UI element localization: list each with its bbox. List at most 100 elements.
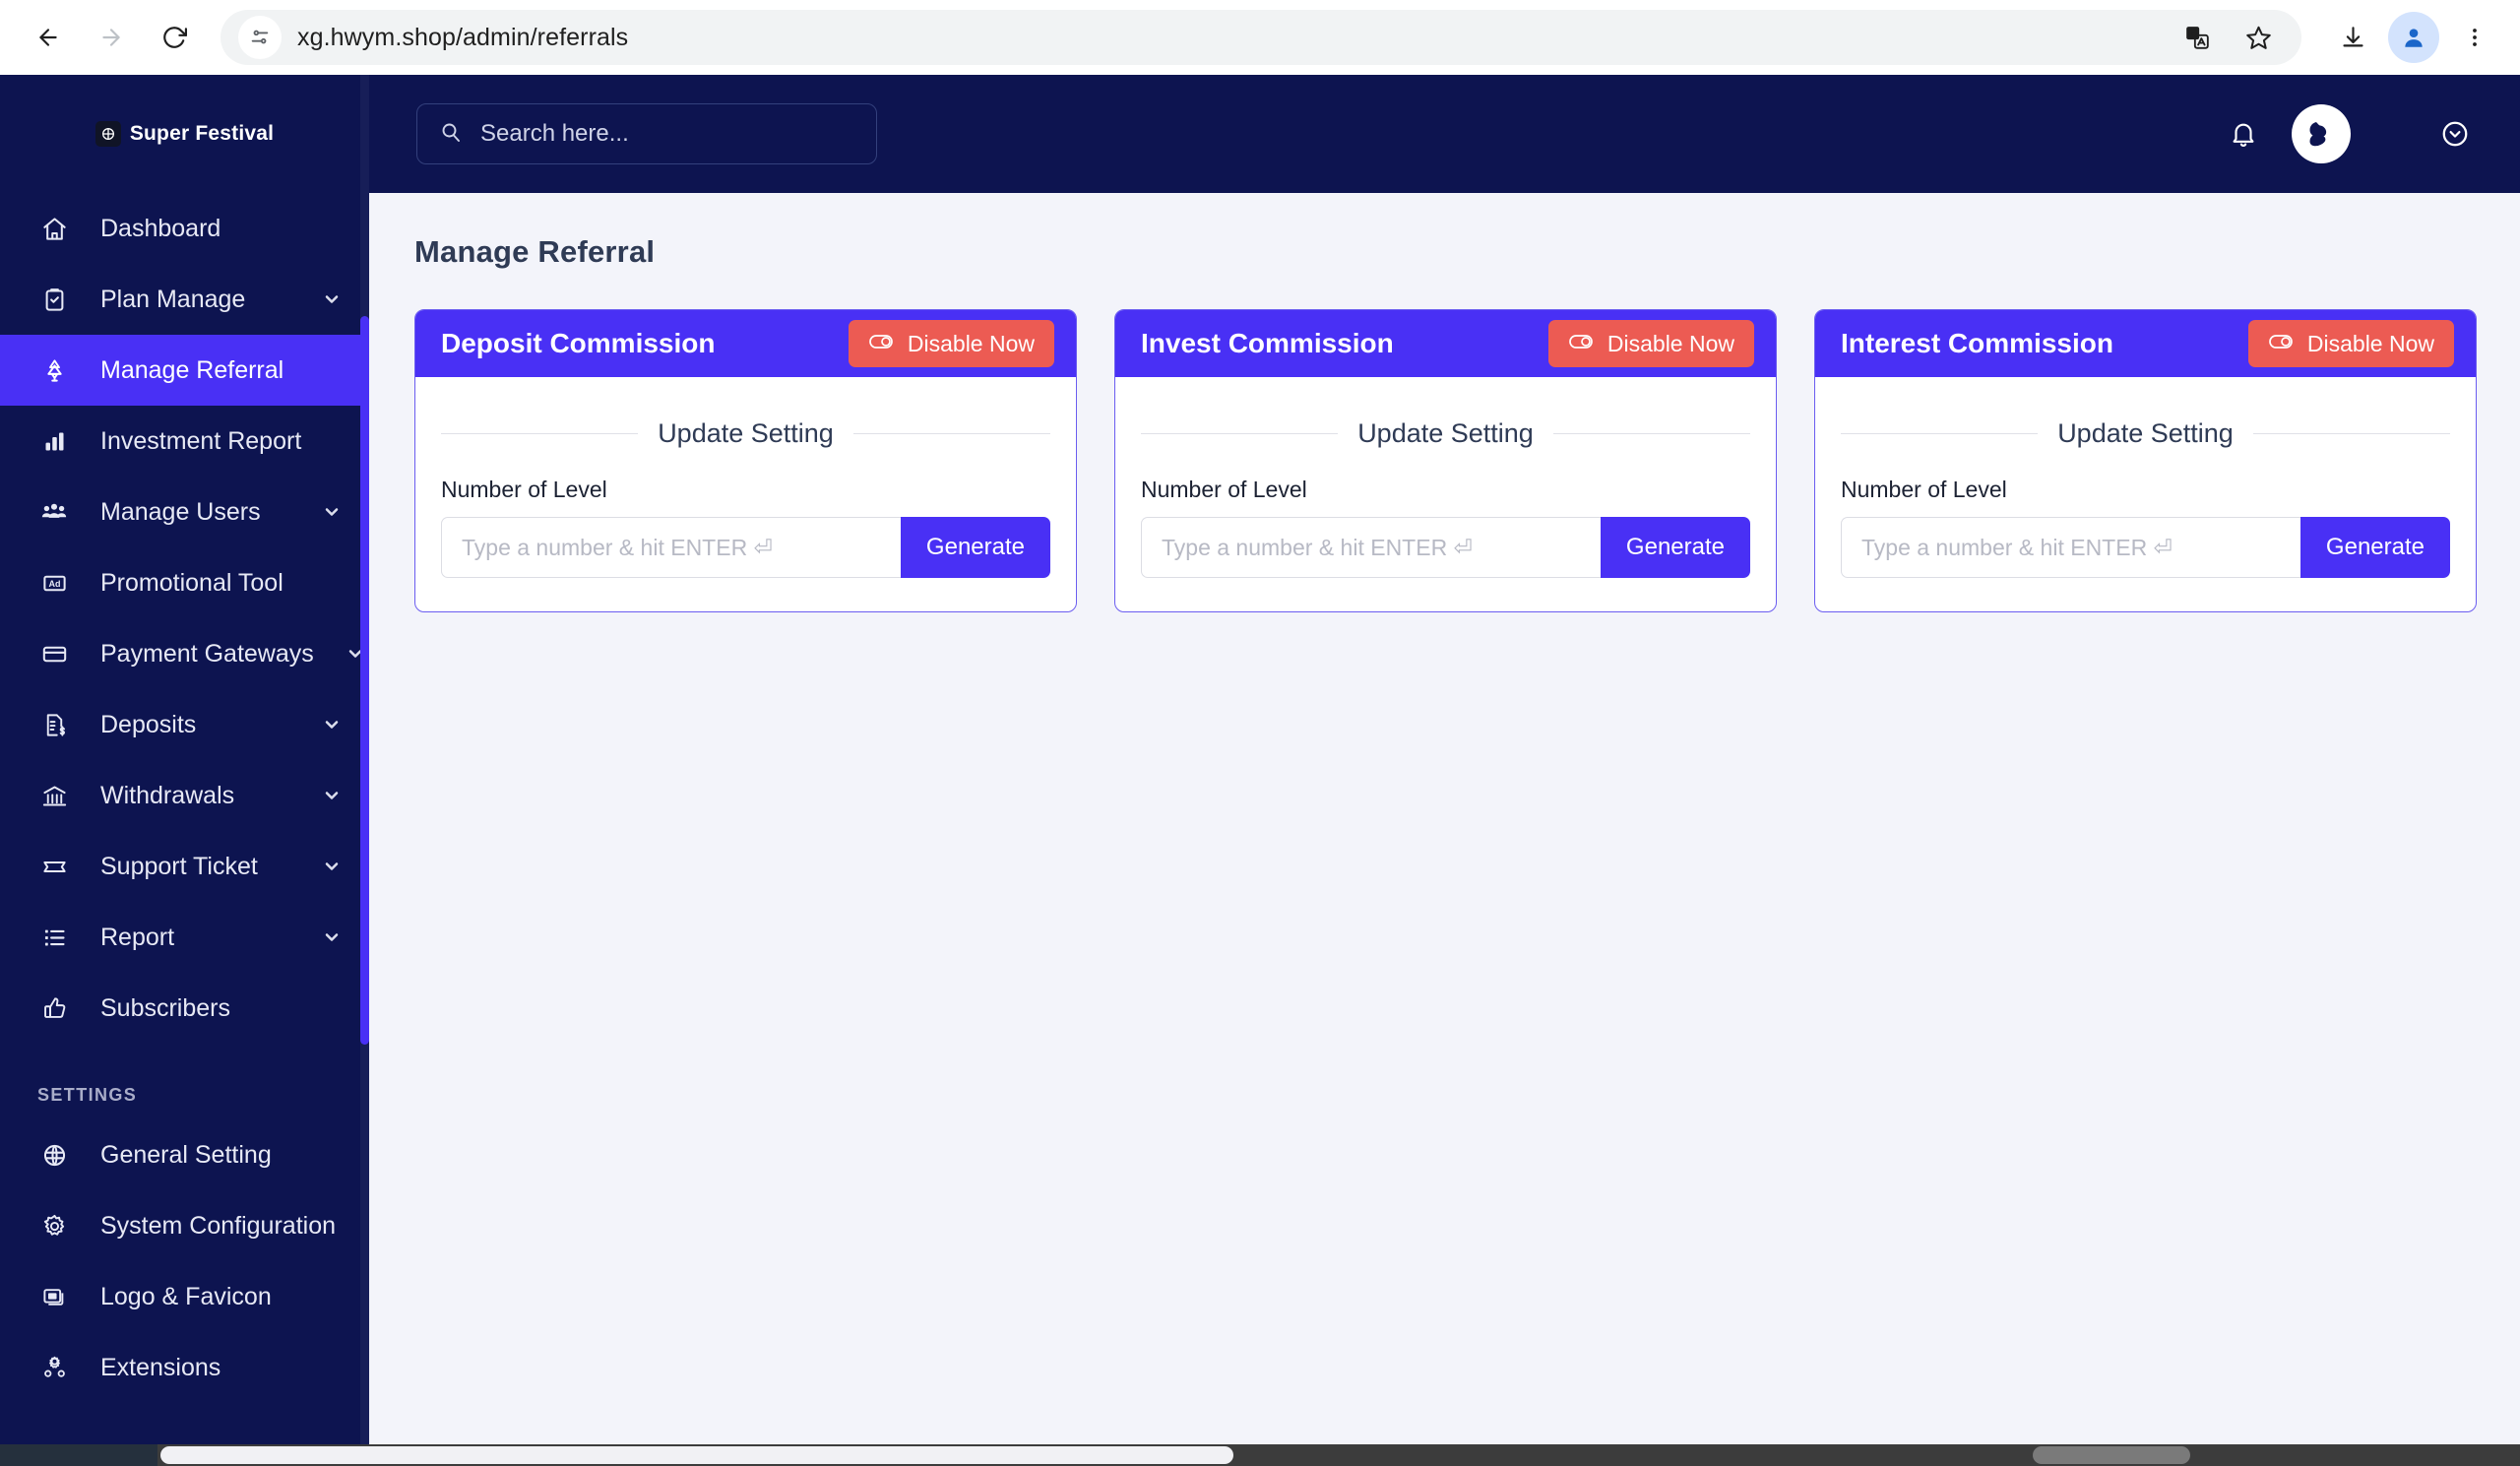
browser-back-button[interactable]: [20, 9, 77, 66]
number-of-level-input[interactable]: Type a number & hit ENTER ⏎: [1841, 517, 2300, 578]
chevron-down-icon[interactable]: [320, 287, 344, 311]
deposit-commission-card: Deposit Commission Disable Now Update Se…: [414, 309, 1077, 612]
number-of-level-label: Number of Level: [1841, 477, 2007, 502]
sidebar-item-label: Payment Gateways: [100, 639, 314, 668]
horizontal-scrollbar[interactable]: [0, 1444, 2520, 1466]
sidebar-item-dashboard[interactable]: Dashboard: [0, 193, 369, 264]
disable-now-button[interactable]: Disable Now: [1547, 320, 1754, 367]
sidebar-item-general-setting[interactable]: General Setting: [0, 1119, 369, 1190]
sidebar-item-subscribers[interactable]: Subscribers: [0, 973, 369, 1044]
bar-chart-icon: [37, 424, 71, 458]
update-setting-divider: Update Setting: [1841, 418, 2450, 449]
sidebar-item-investment-report[interactable]: Investment Report: [0, 406, 369, 477]
browser-forward-button[interactable]: [83, 9, 140, 66]
sidebar-item-label: Report: [100, 923, 175, 951]
disable-now-label: Disable Now: [2306, 330, 2434, 356]
sidebar-item-deposits[interactable]: Deposits: [0, 689, 369, 760]
search-icon: [439, 120, 463, 149]
gears-icon: [37, 1351, 71, 1384]
bookmark-star-icon[interactable]: [2233, 12, 2284, 63]
divider-line-left: [1141, 433, 1339, 434]
sidebar-item-label: Logo & Favicon: [100, 1282, 272, 1310]
sidebar-item-support-ticket[interactable]: Support Ticket: [0, 831, 369, 902]
main-area: Search here... Manage Referral Deposit C…: [369, 75, 2520, 1466]
update-setting-divider: Update Setting: [441, 418, 1050, 449]
gear-icon: [37, 1209, 71, 1243]
generate-button[interactable]: Generate: [900, 517, 1050, 578]
search-input[interactable]: Search here...: [416, 103, 877, 164]
sidebar-item-logo-favicon[interactable]: Logo & Favicon: [0, 1261, 369, 1332]
url-text: xg.hwym.shop/admin/referrals: [297, 23, 629, 51]
notification-bell-icon[interactable]: [2219, 109, 2268, 159]
ticket-icon: [37, 850, 71, 883]
app-frame: Super Festival Dashboard Plan Manage Man…: [0, 75, 2520, 1466]
number-of-level-input[interactable]: Type a number & hit ENTER ⏎: [441, 517, 901, 578]
omnibox[interactable]: xg.hwym.shop/admin/referrals G: [220, 10, 2301, 65]
tree-icon: [37, 353, 71, 387]
download-icon[interactable]: [2327, 12, 2378, 63]
card-title: Invest Commission: [1141, 328, 1394, 358]
user-avatar[interactable]: [2292, 104, 2351, 163]
app-header: Search here...: [369, 75, 2520, 193]
card-body: Update Setting Number of Level Type a nu…: [1115, 377, 1776, 611]
sidebar-item-label: Manage Users: [100, 497, 261, 526]
browser-menu-icon[interactable]: [2449, 12, 2500, 63]
chevron-down-icon[interactable]: [320, 925, 344, 949]
level-input-group: Type a number & hit ENTER ⏎ Generate: [1141, 517, 1750, 578]
brand-mark-icon: [94, 121, 121, 147]
card-header: Deposit Commission Disable Now: [415, 310, 1076, 377]
sidebar-item-payment-gateways[interactable]: Payment Gateways: [0, 618, 369, 689]
browser-profile-avatar[interactable]: [2388, 12, 2439, 63]
sidebar-item-label: Withdrawals: [100, 781, 235, 809]
user-menu-chevron-down-icon[interactable]: [2435, 114, 2475, 154]
generate-button[interactable]: Generate: [1600, 517, 1750, 578]
generate-button[interactable]: Generate: [2300, 517, 2450, 578]
sidebar-item-system-configuration[interactable]: System Configuration: [0, 1190, 369, 1261]
brand-name: Super Festival: [129, 122, 275, 145]
number-of-level-input[interactable]: Type a number & hit ENTER ⏎: [1141, 517, 1601, 578]
sidebar-item-promotional-tool[interactable]: Ad Promotional Tool: [0, 547, 369, 618]
invest-commission-card: Invest Commission Disable Now Update Set…: [1114, 309, 1777, 612]
divider-line-right: [852, 433, 1050, 434]
brand-logo[interactable]: Super Festival: [0, 75, 369, 193]
disable-now-button[interactable]: Disable Now: [2247, 320, 2454, 367]
chevron-down-icon[interactable]: [320, 500, 344, 524]
sidebar-item-report[interactable]: Report: [0, 902, 369, 973]
sidebar-item-withdrawals[interactable]: Withdrawals: [0, 760, 369, 831]
sidebar-item-extensions[interactable]: Extensions: [0, 1332, 369, 1403]
sidebar-scrollbar-track[interactable]: [360, 75, 369, 1466]
toggle-icon: [1568, 331, 1594, 357]
clipboard-check-icon: [37, 283, 71, 316]
number-of-level-label: Number of Level: [441, 477, 607, 502]
sidebar-item-label: Plan Manage: [100, 285, 246, 313]
divider-line-right: [2252, 433, 2450, 434]
sidebar-scrollbar-thumb[interactable]: [360, 316, 369, 1045]
divider-line-left: [441, 433, 639, 434]
site-settings-icon[interactable]: [238, 16, 282, 59]
horizontal-scrollbar-thumb-secondary[interactable]: [2033, 1446, 2190, 1464]
sidebar-item-plan-manage[interactable]: Plan Manage: [0, 264, 369, 335]
divider-line-right: [1552, 433, 1750, 434]
chevron-down-icon[interactable]: [320, 855, 344, 878]
toggle-icon: [2268, 331, 2294, 357]
page-content: Manage Referral Deposit Commission Disab…: [369, 193, 2520, 1466]
sidebar-item-manage-referral[interactable]: Manage Referral: [0, 335, 369, 406]
horizontal-scrollbar-thumb[interactable]: [160, 1446, 1233, 1464]
sidebar-item-label: Support Ticket: [100, 852, 258, 880]
card-title: Interest Commission: [1841, 328, 2113, 358]
card-title: Deposit Commission: [441, 328, 716, 358]
ad-icon: Ad: [37, 566, 71, 600]
chevron-down-icon[interactable]: [320, 713, 344, 736]
chevron-down-icon[interactable]: [320, 784, 344, 807]
browser-reload-button[interactable]: [146, 9, 203, 66]
sidebar-item-manage-users[interactable]: Manage Users: [0, 477, 369, 547]
card-body: Update Setting Number of Level Type a nu…: [415, 377, 1076, 611]
page-title: Manage Referral: [414, 234, 656, 269]
thumbs-up-icon: [37, 991, 71, 1025]
divider-line-left: [1841, 433, 2039, 434]
disable-now-button[interactable]: Disable Now: [848, 320, 1054, 367]
number-of-level-label: Number of Level: [1141, 477, 1307, 502]
sidebar-item-label: Extensions: [100, 1353, 221, 1381]
scrollbar-corner: [0, 1444, 158, 1466]
translate-icon[interactable]: G: [2172, 12, 2223, 63]
